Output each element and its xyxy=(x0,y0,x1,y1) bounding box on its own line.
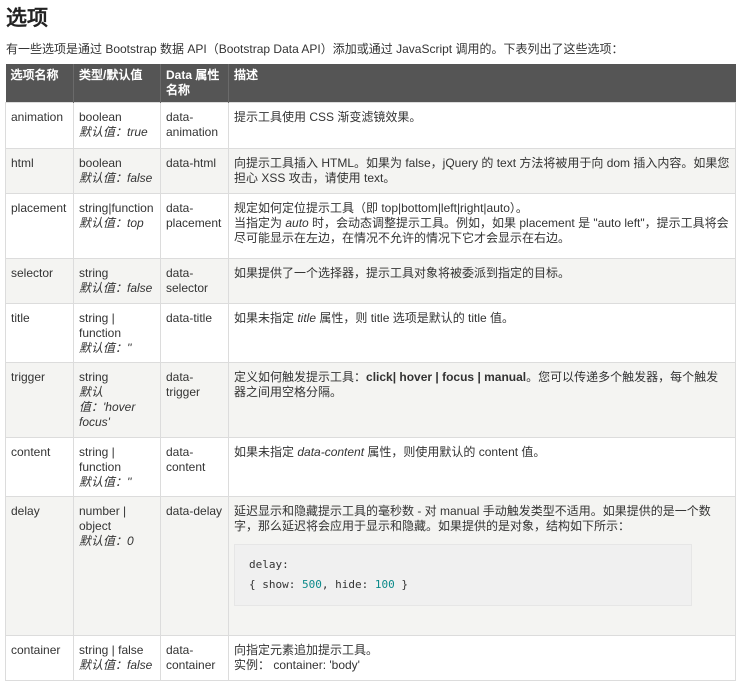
option-attr: data-container xyxy=(160,635,229,681)
intro-text: 有一些选项是通过 Bootstrap 数据 API（Bootstrap Data… xyxy=(6,42,624,56)
header-option-name: 选项名称 xyxy=(5,64,74,103)
type-value: string | false xyxy=(79,643,144,657)
option-type: boolean 默认值：false xyxy=(73,148,161,194)
option-description: 向提示工具插入 HTML。如果为 false，jQuery 的 text 方法将… xyxy=(228,148,736,194)
option-type: number | object 默认值：0 xyxy=(73,496,161,636)
option-attr: data-placement xyxy=(160,193,229,259)
option-name: placement xyxy=(5,193,74,259)
table-row: animation boolean 默认值：true data-animation… xyxy=(5,102,736,149)
option-description: 延迟显示和隐藏提示工具的毫秒数 - 对 manual 手动触发类型不适用。如果提… xyxy=(228,496,736,636)
option-attr: data-selector xyxy=(160,258,229,304)
table-row: title string | function 默认值：'' data-title… xyxy=(5,303,736,363)
type-value: string xyxy=(79,370,109,384)
description-line: 实例： container: 'body' xyxy=(234,658,360,672)
code-block: delay: { show: 500, hide: 100 } xyxy=(234,544,692,606)
option-name: html xyxy=(5,148,74,194)
option-name: trigger xyxy=(5,362,74,438)
type-value: string | function xyxy=(79,311,122,340)
table-row: container string | false 默认值：false data-c… xyxy=(5,635,736,681)
option-attr: data-content xyxy=(160,437,229,497)
option-type: string 默认值：'hover focus' xyxy=(73,362,161,438)
type-value: string|function xyxy=(79,201,154,215)
option-attr: data-delay xyxy=(160,496,229,636)
page-title: 选项 xyxy=(6,6,48,30)
description-text: 属性，则使用默认的 content 值。 xyxy=(364,445,546,459)
option-description: 如果未指定 data-content 属性，则使用默认的 content 值。 xyxy=(228,437,736,497)
options-table: 选项名称 类型/默认值 Data 属性名称 描述 animation boole… xyxy=(5,64,736,681)
type-value: number | object xyxy=(79,504,127,533)
description-strong: click| hover | focus | manual xyxy=(366,370,527,384)
default-value: 默认值：'' xyxy=(79,341,132,355)
code-number: 100 xyxy=(374,578,395,591)
option-type: string | function 默认值：'' xyxy=(73,303,161,363)
code-token: , hide: xyxy=(321,578,375,591)
option-name: delay xyxy=(5,496,74,636)
description-emphasis: data-content xyxy=(297,445,365,459)
option-name: selector xyxy=(5,258,74,304)
option-attr: data-title xyxy=(160,303,229,363)
table-row: content string | function 默认值：'' data-con… xyxy=(5,437,736,497)
table-row: html boolean 默认值：false data-html 向提示工具插入 … xyxy=(5,148,736,194)
option-type: string | false 默认值：false xyxy=(73,635,161,681)
type-value: string | function xyxy=(79,445,122,474)
description-text: 延迟显示和隐藏提示工具的毫秒数 - 对 manual 手动触发类型不适用。如果提… xyxy=(234,504,711,533)
option-description: 规定如何定位提示工具（即 top|bottom|left|right|auto）… xyxy=(228,193,736,259)
default-value: 默认值：top xyxy=(79,216,144,230)
option-type: string 默认值：false xyxy=(73,258,161,304)
header-data-attr: Data 属性名称 xyxy=(160,64,229,103)
default-value: 默认值：true xyxy=(79,125,148,139)
code-token: { show: xyxy=(249,578,302,591)
code-token: } xyxy=(394,578,408,591)
option-type: string|function 默认值：top xyxy=(73,193,161,259)
option-description: 如果提供了一个选择器，提示工具对象将被委派到指定的目标。 xyxy=(228,258,736,304)
description-emphasis: auto xyxy=(285,216,309,230)
type-value: string xyxy=(79,266,109,280)
table-row: selector string 默认值：false data-selector 如… xyxy=(5,258,736,304)
default-value: 默认值：false xyxy=(79,281,153,295)
option-name: container xyxy=(5,635,74,681)
default-value: 默认值：false xyxy=(79,658,153,672)
description-text: 属性，则 title 选项是默认的 title 值。 xyxy=(316,311,515,325)
option-attr: data-html xyxy=(160,148,229,194)
option-attr: data-trigger xyxy=(160,362,229,438)
description-line: 规定如何定位提示工具（即 top|bottom|left|right|auto）… xyxy=(234,201,528,215)
option-description: 向指定元素追加提示工具。 实例： container: 'body' xyxy=(228,635,736,681)
description-line: 向指定元素追加提示工具。 xyxy=(234,643,379,657)
default-value: 默认值：false xyxy=(79,171,153,185)
option-description: 如果未指定 title 属性，则 title 选项是默认的 title 值。 xyxy=(228,303,736,363)
header-type-default: 类型/默认值 xyxy=(73,64,161,103)
table-row: delay number | object 默认值：0 data-delay 延迟… xyxy=(5,496,736,636)
table-row: placement string|function 默认值：top data-pl… xyxy=(5,193,736,259)
option-description: 定义如何触发提示工具：click| hover | focus | manual… xyxy=(228,362,736,438)
table-header-row: 选项名称 类型/默认值 Data 属性名称 描述 xyxy=(5,64,736,103)
option-description: 提示工具使用 CSS 渐变滤镜效果。 xyxy=(228,102,736,149)
option-name: content xyxy=(5,437,74,497)
description-text: 时，会动态调整提示工具。例如，如果 placement 是 "auto left… xyxy=(234,216,729,245)
default-value: 默认值：'hover focus' xyxy=(79,385,136,429)
option-name: animation xyxy=(5,102,74,149)
option-type: string | function 默认值：'' xyxy=(73,437,161,497)
code-line: { show: 500, hide: 100 } xyxy=(249,575,677,595)
table-row: trigger string 默认值：'hover focus' data-tri… xyxy=(5,362,736,438)
type-value: boolean xyxy=(79,110,122,124)
type-value: boolean xyxy=(79,156,122,170)
description-text: 定义如何触发提示工具： xyxy=(234,370,367,384)
option-type: boolean 默认值：true xyxy=(73,102,161,149)
default-value: 默认值：0 xyxy=(79,534,134,548)
option-attr: data-animation xyxy=(160,102,229,149)
description-text: 如果未指定 xyxy=(234,445,298,459)
description-text: 当指定为 xyxy=(234,216,286,230)
description-text: 如果未指定 xyxy=(234,311,298,325)
code-number: 500 xyxy=(301,578,322,591)
default-value: 默认值：'' xyxy=(79,475,132,489)
description-emphasis: title xyxy=(297,311,317,325)
option-name: title xyxy=(5,303,74,363)
code-line: delay: xyxy=(249,558,289,571)
header-description: 描述 xyxy=(228,64,736,103)
